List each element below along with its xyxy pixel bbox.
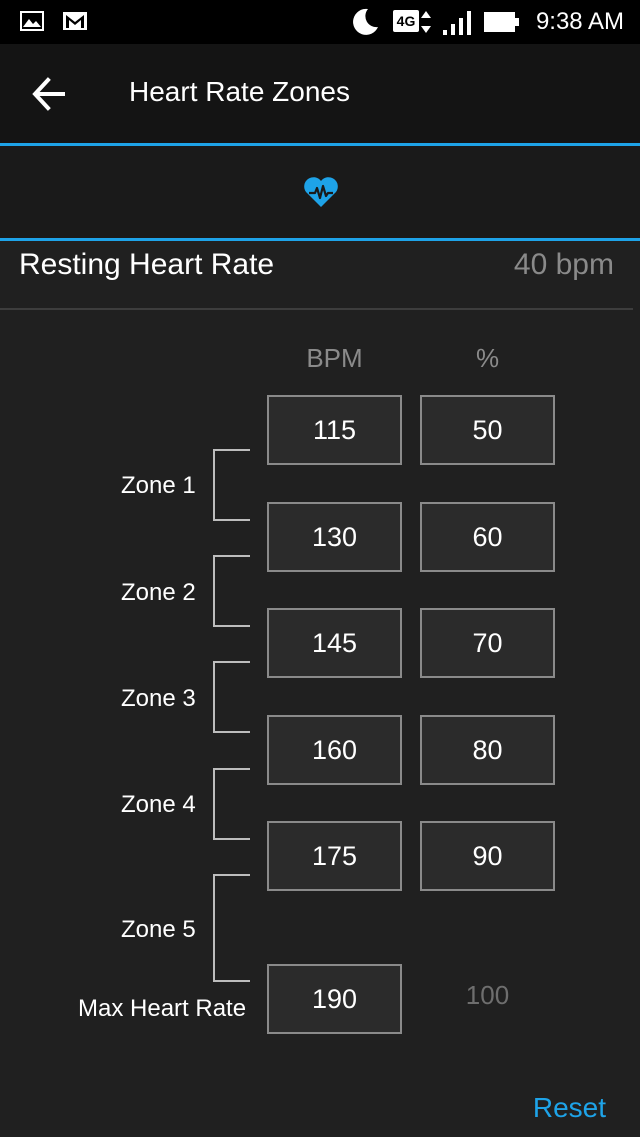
page-title: Heart Rate Zones xyxy=(129,76,350,107)
bpm-input-4[interactable]: 160 xyxy=(267,715,402,785)
zone-2-bracket xyxy=(213,555,250,627)
gmail-icon xyxy=(63,12,87,30)
bpm-input-2[interactable]: 130 xyxy=(267,502,402,572)
zone-5-bracket xyxy=(213,874,250,982)
gallery-icon xyxy=(20,11,44,31)
percent-input-4[interactable]: 80 xyxy=(420,715,555,785)
bpm-input-1[interactable]: 115 xyxy=(267,395,402,465)
resting-heart-rate-label: Resting Heart Rate xyxy=(19,248,275,281)
percent-input-1[interactable]: 50 xyxy=(420,395,555,465)
tab-bottom-accent xyxy=(0,238,640,241)
percent-column-header: % xyxy=(475,343,500,373)
signal-icon xyxy=(443,11,471,35)
max-percent-value: 100 xyxy=(465,980,510,1010)
percent-input-5[interactable]: 90 xyxy=(420,821,555,891)
heart-rate-icon xyxy=(304,177,338,207)
max-heart-rate-label: Max Heart Rate xyxy=(78,995,247,1022)
bpm-input-3[interactable]: 145 xyxy=(267,608,402,678)
app-bar: Heart Rate Zones xyxy=(0,44,640,143)
percent-input-3[interactable]: 70 xyxy=(420,608,555,678)
reset-button[interactable]: Reset xyxy=(533,1092,606,1124)
zone-4-label: Zone 4 xyxy=(121,791,196,818)
battery-icon xyxy=(484,12,519,32)
back-arrow-icon[interactable] xyxy=(30,76,70,112)
zone-4-bracket xyxy=(213,768,250,840)
data-arrows-icon xyxy=(421,11,431,33)
zone-2-label: Zone 2 xyxy=(121,579,196,606)
tab-heart-rate[interactable] xyxy=(0,146,640,238)
resting-heart-rate-value: 40 bpm xyxy=(513,248,614,281)
percent-input-2[interactable]: 60 xyxy=(420,502,555,572)
zone-3-label: Zone 3 xyxy=(121,685,196,712)
divider xyxy=(0,308,633,310)
bpm-input-5[interactable]: 175 xyxy=(267,821,402,891)
zone-1-label: Zone 1 xyxy=(121,472,196,499)
bpm-column-header: BPM xyxy=(306,343,363,373)
zone-5-label: Zone 5 xyxy=(121,916,196,943)
network-4g-icon: 4G xyxy=(393,10,419,32)
zone-3-bracket xyxy=(213,661,250,733)
status-bar: 4G 9:38 AM xyxy=(0,0,640,44)
zone-1-bracket xyxy=(213,449,250,521)
moon-icon xyxy=(353,8,378,35)
status-time: 9:38 AM xyxy=(535,8,624,35)
max-bpm-input[interactable]: 190 xyxy=(267,964,402,1034)
